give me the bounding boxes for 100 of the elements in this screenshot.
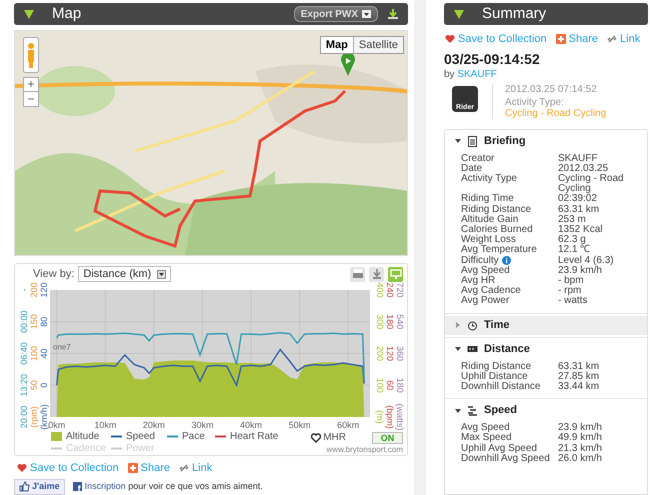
axis-label: 120 bbox=[39, 282, 49, 298]
row-value: 63.31 km bbox=[558, 362, 600, 372]
printer-icon bbox=[350, 267, 364, 281]
collapsed-icon bbox=[455, 322, 461, 328]
map-type-tab[interactable]: Satellite bbox=[352, 37, 403, 53]
expanded-icon bbox=[455, 408, 461, 414]
axis-label: 80 bbox=[39, 316, 49, 327]
axis-label: 300 bbox=[375, 314, 385, 330]
axis-label: 40 bbox=[39, 348, 49, 358]
row-label: Avg Temperature bbox=[461, 245, 538, 256]
monitor-icon bbox=[388, 267, 402, 281]
axis-label: 240 bbox=[385, 282, 395, 298]
row-label: Difficulty bbox=[461, 256, 499, 266]
section-title: Speed bbox=[484, 403, 518, 418]
row-label: Calories Burned bbox=[461, 224, 534, 235]
axis-label: 200 bbox=[29, 282, 39, 298]
row-label: Activity Type bbox=[461, 174, 518, 186]
printer-button[interactable] bbox=[350, 266, 365, 282]
facebook-icon bbox=[72, 482, 82, 491]
legend-item[interactable]: Altitude bbox=[51, 430, 111, 442]
row-value: SKAUFF bbox=[558, 154, 598, 164]
view-by-select[interactable]: Distance (km) bbox=[78, 266, 172, 282]
row-value: 21.3 km/h bbox=[558, 444, 603, 454]
legend-item[interactable]: Pace bbox=[167, 430, 215, 442]
clock-icon bbox=[467, 320, 478, 331]
row-label: Downhill Distance bbox=[461, 382, 542, 392]
activity-datetime: 2012.03.25 07:14:52 bbox=[505, 84, 598, 94]
speed-icon bbox=[467, 405, 478, 416]
section-header[interactable]: Speed bbox=[445, 401, 647, 420]
row-label: Date bbox=[461, 164, 482, 174]
dropdown-icon bbox=[157, 270, 166, 278]
row-value: 63.31 km bbox=[558, 204, 600, 215]
row-label: Avg Cadence bbox=[461, 286, 522, 296]
section-header[interactable]: Distance bbox=[445, 340, 647, 359]
axis-label: 120 bbox=[385, 346, 395, 362]
monitor-button[interactable] bbox=[388, 266, 403, 282]
like-button[interactable]: J'aime bbox=[14, 478, 65, 494]
legend-item[interactable]: Speed bbox=[111, 430, 167, 442]
axis-label: 06:40 bbox=[19, 342, 29, 365]
document-icon bbox=[467, 136, 478, 146]
axis-label: 00:00 bbox=[19, 310, 29, 334]
author-line: by SKAUFF bbox=[444, 68, 498, 80]
axis-label: 100 bbox=[375, 378, 385, 393]
axis-label: 13:20 bbox=[19, 374, 29, 396]
row-label: Max Speed bbox=[461, 433, 513, 444]
signup-link[interactable]: Inscription bbox=[84, 480, 126, 491]
triangle-icon bbox=[24, 10, 34, 18]
dropdown-icon bbox=[362, 10, 371, 18]
axis-label: 0km bbox=[48, 420, 66, 430]
row-label: Uphill Distance bbox=[461, 372, 528, 382]
triangle-icon bbox=[454, 10, 464, 18]
mhr-label: MHR bbox=[323, 431, 346, 445]
axis-label: 10km bbox=[94, 420, 116, 430]
row-value: 02:39:02 bbox=[558, 194, 598, 204]
axis-label: 0 bbox=[39, 382, 49, 388]
axis-label: 20:00 bbox=[19, 406, 29, 428]
row-value: - watts bbox=[558, 296, 588, 307]
link-icon bbox=[179, 463, 190, 474]
row-label: Uphill Avg Speed bbox=[461, 444, 537, 454]
plus-icon bbox=[556, 34, 566, 44]
row-value: 33.44 km bbox=[558, 382, 600, 392]
view-by-label: View by: bbox=[33, 266, 74, 282]
axis-label: 360 bbox=[395, 346, 405, 362]
row-value: 12.1 ℃ bbox=[558, 245, 592, 256]
panel-title: Map bbox=[52, 4, 82, 24]
row-value: 23.9 km/h bbox=[558, 266, 602, 276]
axis-label: 400 bbox=[375, 282, 385, 298]
zoom-out-button[interactable]: − bbox=[23, 92, 39, 107]
row-value: 62.3 g bbox=[558, 235, 586, 246]
legend-item[interactable]: Heart Rate bbox=[215, 430, 285, 442]
row-value: - bpm bbox=[558, 276, 585, 286]
row-label: Riding Distance bbox=[461, 362, 532, 372]
legend-swatch-icon bbox=[51, 432, 62, 441]
row-label: Weight Loss bbox=[461, 235, 516, 246]
row-value: 2012.03.25 bbox=[558, 164, 608, 174]
row-value: Level 4 (6.3) bbox=[558, 256, 615, 266]
export-button[interactable]: Export PWX bbox=[294, 6, 378, 22]
axis-label: - bbox=[19, 288, 29, 292]
row-label: Avg Power bbox=[461, 296, 510, 307]
zoom-in-button[interactable]: + bbox=[23, 77, 39, 92]
download-button[interactable] bbox=[369, 266, 384, 282]
row-label: Riding Distance bbox=[461, 204, 532, 215]
panel-title: Summary bbox=[482, 4, 546, 24]
download-icon bbox=[388, 9, 398, 19]
expanded-icon bbox=[455, 138, 461, 144]
row-label: Avg Speed bbox=[461, 266, 511, 276]
axis-label: 540 bbox=[395, 314, 405, 330]
mhr-toggle[interactable]: ON bbox=[372, 432, 403, 444]
row-value: 1352 Kcal bbox=[558, 224, 604, 235]
axis-label: 100 bbox=[29, 346, 39, 362]
section-header[interactable]: Time bbox=[445, 316, 647, 335]
legend-label: Heart Rate bbox=[230, 430, 278, 442]
zone-label: one7 bbox=[53, 342, 71, 352]
section-header[interactable]: Briefing bbox=[445, 132, 647, 150]
axis-label: 50 bbox=[29, 380, 39, 390]
activity-type-label: Activity Type: bbox=[505, 96, 564, 108]
heart-icon bbox=[17, 463, 27, 474]
signup-text: Inscription pour voir ce que vos amis aiment. bbox=[84, 480, 263, 493]
plus-icon bbox=[128, 463, 138, 474]
row-label: Downhill Avg Speed bbox=[461, 454, 551, 464]
